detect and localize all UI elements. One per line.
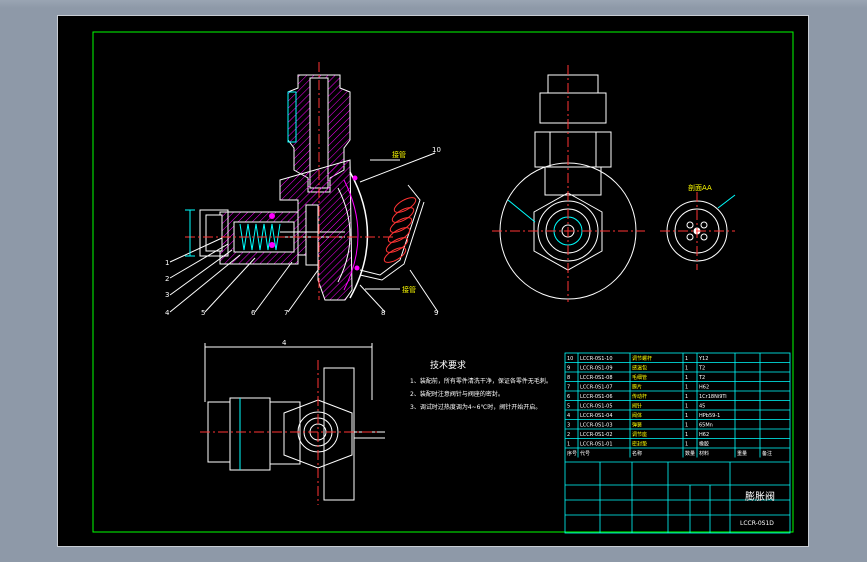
bom-cell: 5	[567, 404, 570, 410]
bom-cell: 1	[685, 375, 688, 381]
bom-cell: LCCR-0S1-10	[580, 356, 613, 362]
callout-10: 10	[432, 146, 441, 154]
callout-3: 3	[165, 291, 169, 299]
bom-cell: 1	[685, 432, 688, 438]
bom-cell: 1	[685, 423, 688, 429]
bom-cell: LCCR-0S1-08	[580, 375, 613, 381]
callout-6: 6	[251, 309, 256, 317]
bom-cell: 膜片	[632, 384, 642, 391]
bom-cell: 1	[685, 356, 688, 362]
callout-1: 1	[165, 259, 169, 267]
bom-cell: LCCR-0S1-07	[580, 385, 613, 391]
bom-cell: LCCR-0S1-02	[580, 432, 613, 438]
inlet-label: 接管	[392, 150, 406, 159]
bom-cell: H62	[699, 385, 709, 391]
side-view	[492, 65, 645, 302]
tech-req-2: 2、装配时注意阀针与阀座的密封。	[410, 390, 504, 398]
bom-cell: 1	[685, 413, 688, 419]
bom-cell: 1	[567, 442, 570, 448]
bom-cell: 45	[699, 404, 705, 410]
bom-header-cell: 代号	[580, 450, 590, 457]
callout-9: 9	[434, 309, 438, 317]
bom-cell: 阀体	[632, 412, 642, 419]
outlet-label: 接管	[402, 285, 416, 294]
bom-cell: 9	[567, 366, 570, 372]
bom-cell: 传动杆	[632, 393, 647, 400]
bom-cell: H62	[699, 432, 709, 438]
callout-7: 7	[284, 309, 288, 317]
bom-cell: LCCR-0S1-04	[580, 413, 613, 419]
bottom-view	[200, 343, 385, 505]
drawing-number: LCCR-0S1D	[740, 520, 774, 527]
bom-cell: 1	[685, 366, 688, 372]
bom-cell: 调节座	[632, 431, 647, 438]
bom-cell: 4	[567, 413, 570, 419]
bom-cell: 1	[685, 394, 688, 400]
bom-cell: 1	[685, 442, 688, 448]
diaphragm-housing	[349, 171, 369, 299]
part-name: 膨胀阀	[745, 490, 775, 503]
bom-cell: 2	[567, 432, 570, 438]
bom-cell: 65Mn	[699, 423, 713, 429]
section-view	[169, 62, 439, 313]
bom-header-cell: 备注	[762, 450, 772, 457]
bom-cell: LCCR-0S1-01	[580, 442, 613, 448]
bom-cell: LCCR-0S1-09	[580, 366, 613, 372]
bom-header-cell: 重量	[737, 450, 747, 457]
callout-5: 5	[201, 309, 205, 317]
bom-cell: 感温包	[632, 365, 647, 372]
callout-2: 2	[165, 275, 169, 283]
bom-cell: 调节螺杆	[632, 355, 652, 362]
bom-cell: 密封垫	[632, 441, 647, 448]
bom-cell: T2	[698, 366, 705, 372]
bom-cell: 阀针	[632, 403, 642, 410]
bom-header-cell: 数量	[685, 450, 695, 457]
bom-header-cell: 序号	[567, 450, 577, 457]
expansion-valve-drawing: 1 2 3 4 5 6 7 8 9 10 接管 接管 剖面AA 4 技术要求 1…	[92, 31, 794, 534]
bom-cell: Y12	[698, 356, 708, 362]
bom-cell: 毛细管	[632, 374, 647, 381]
tech-req-3: 3、调试时过热度调为4~6℃时，阀针开始开启。	[410, 403, 541, 411]
bom-cell: T2	[698, 375, 705, 381]
sensing-bulb	[383, 197, 417, 263]
bom-cell: 10	[567, 356, 573, 362]
bom-header-cell: 材料	[699, 450, 709, 457]
bom-header-cell: 名称	[632, 450, 642, 457]
tech-req-1: 1、装配前，所有零件清洗干净，保证各零件无毛刺。	[410, 377, 552, 385]
bom-cell: 3	[567, 423, 570, 429]
callout-4: 4	[165, 309, 170, 317]
cad-viewport[interactable]: 1 2 3 4 5 6 7 8 9 10 接管 接管 剖面AA 4 技术要求 1…	[0, 0, 867, 562]
bottom-dim-label: 4	[282, 339, 287, 347]
callout-8: 8	[381, 309, 385, 317]
bom-cell: LCCR-0S1-05	[580, 404, 613, 410]
bom-cell: HPb59-1	[699, 413, 720, 419]
bom-cell: 8	[567, 375, 570, 381]
body-bore	[305, 204, 319, 266]
bom-cell: 6	[567, 394, 570, 400]
bom-cell: LCCR-0S1-03	[580, 423, 613, 429]
bom-cell: 1	[685, 385, 688, 391]
bom-cell: 1	[685, 404, 688, 410]
bom-cell: 弹簧	[632, 422, 642, 429]
bom-cell: 橡胶	[699, 441, 709, 448]
bom-cell: 1Cr18Ni9Ti	[699, 394, 727, 400]
section-aa-label: 剖面AA	[688, 183, 712, 192]
tech-req-heading: 技术要求	[430, 359, 466, 371]
bom-cell: 7	[567, 385, 570, 391]
bom-cell: LCCR-0S1-06	[580, 394, 613, 400]
drawing-frame	[92, 31, 794, 533]
section-aa-view	[660, 192, 736, 270]
